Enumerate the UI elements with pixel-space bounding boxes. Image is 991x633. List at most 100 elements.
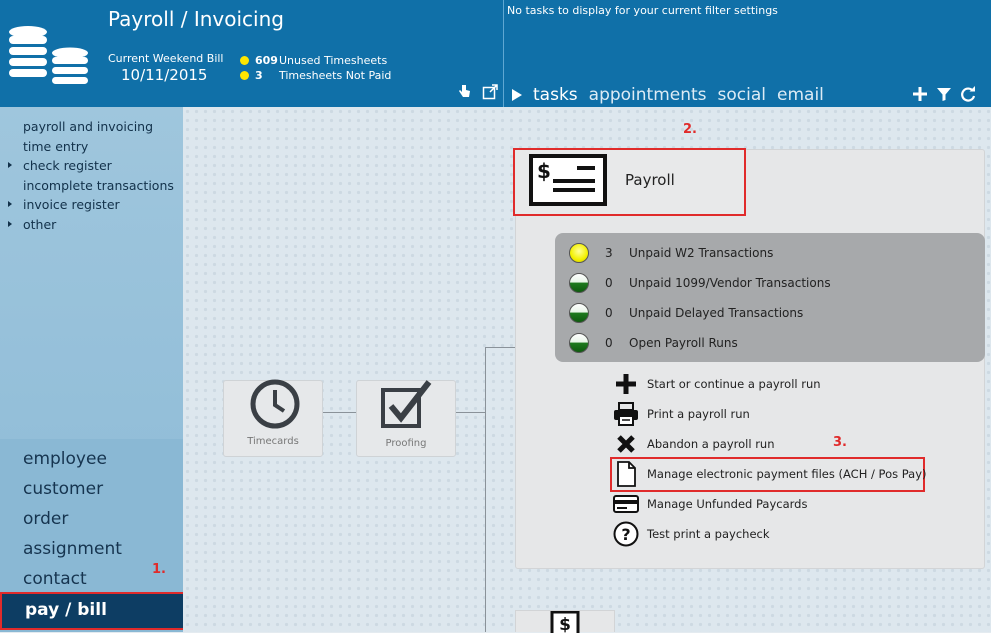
timesheets-not-paid-stat[interactable]: 3 Timesheets Not Paid — [240, 69, 391, 82]
sidebar-item-label: invoice register — [23, 197, 120, 212]
test-print-paycheck-link[interactable]: ? Test print a paycheck — [613, 521, 770, 547]
status-label: Unpaid 1099/Vendor Transactions — [629, 276, 831, 290]
add-icon[interactable] — [912, 86, 928, 102]
dollar-document-icon: $ — [550, 611, 580, 633]
svg-text:?: ? — [621, 525, 630, 544]
checkbox-check-icon — [381, 380, 432, 428]
payroll-status-summary: 3 Unpaid W2 Transactions 0 Unpaid 1099/V… — [555, 233, 985, 362]
flow-connector — [456, 412, 486, 413]
sidebar-item-time-entry[interactable]: time entry — [8, 139, 174, 159]
sidebar-item-payroll-and-invoicing[interactable]: payroll and invoicing — [8, 119, 174, 139]
svg-text:$: $ — [559, 615, 571, 633]
sidebar-links: payroll and invoicing time entry check r… — [8, 119, 174, 236]
printer-icon — [613, 401, 639, 427]
sidebar-item-label: incomplete transactions — [23, 177, 174, 193]
tab-email[interactable]: email — [777, 85, 824, 105]
stat-label: Timesheets Not Paid — [279, 69, 392, 82]
timecards-label: Timecards — [247, 436, 299, 447]
popout-icon[interactable] — [482, 84, 498, 100]
sidebar-item-check-register[interactable]: check register — [8, 158, 174, 178]
manage-unfunded-paycards-link[interactable]: Manage Unfunded Paycards — [613, 491, 807, 517]
timecards-step[interactable]: Timecards — [223, 379, 323, 457]
task-tabs: tasks appointments social email — [512, 85, 835, 105]
action-label: Abandon a payroll run — [647, 437, 775, 451]
header-tools — [456, 84, 498, 100]
header-module-area: Payroll / Invoicing Current Weekend Bill… — [0, 0, 503, 107]
flow-connector — [485, 347, 515, 348]
filter-icon[interactable] — [936, 86, 952, 102]
tab-tasks[interactable]: tasks — [533, 85, 578, 105]
status-row-unpaid-delayed[interactable]: 0 Unpaid Delayed Transactions — [569, 302, 803, 324]
plus-icon — [613, 371, 639, 397]
status-count: 0 — [605, 276, 613, 290]
sidebar-item-incomplete-transactions[interactable]: incomplete transactions — [8, 178, 174, 198]
expand-arrow-icon[interactable] — [8, 220, 12, 227]
play-icon[interactable] — [512, 89, 522, 101]
action-label: Start or continue a payroll run — [647, 377, 821, 391]
status-count: 3 — [605, 246, 613, 260]
green-indicator-icon — [569, 333, 589, 353]
flow-connector — [323, 412, 356, 413]
status-row-unpaid-1099[interactable]: 0 Unpaid 1099/Vendor Transactions — [569, 272, 831, 294]
print-payroll-run-link[interactable]: Print a payroll run — [613, 401, 750, 427]
flow-connector — [485, 347, 486, 632]
action-label: Test print a paycheck — [647, 527, 770, 541]
refresh-icon[interactable] — [960, 86, 976, 102]
payroll-header[interactable]: $ Payroll — [513, 148, 746, 216]
yellow-dot-icon — [240, 71, 249, 80]
stat-count: 609 — [255, 54, 278, 67]
yellow-dot-icon — [240, 56, 249, 65]
start-payroll-run-link[interactable]: Start or continue a payroll run — [613, 371, 821, 397]
sidebar-item-label: other — [23, 216, 57, 232]
header-divider — [503, 0, 504, 107]
status-row-unpaid-w2[interactable]: 3 Unpaid W2 Transactions — [569, 242, 773, 264]
module-pay-bill[interactable]: pay / bill — [0, 592, 199, 630]
expand-arrow-icon[interactable] — [8, 201, 12, 207]
module-employee[interactable]: employee — [23, 449, 107, 469]
current-bill-label: Current Weekend Bill — [108, 52, 224, 65]
sidebar-item-label: time entry — [23, 138, 89, 154]
proofing-label: Proofing — [385, 438, 427, 449]
sidebar-item-invoice-register[interactable]: invoice register — [8, 197, 174, 217]
stat-label: Unused Timesheets — [279, 54, 388, 67]
status-label: Open Payroll Runs — [629, 336, 738, 350]
abandon-payroll-run-link[interactable]: Abandon a payroll run — [613, 431, 775, 457]
sidebar-item-label: check register — [23, 158, 112, 173]
green-indicator-icon — [569, 273, 589, 293]
action-label: Manage electronic payment files (ACH / P… — [647, 467, 927, 481]
check-dollar-icon: $ — [529, 154, 607, 206]
module-assignment[interactable]: assignment — [23, 539, 122, 559]
annotation-number: 2. — [683, 122, 697, 137]
hand-pointer-icon[interactable] — [456, 84, 472, 100]
status-count: 0 — [605, 306, 613, 320]
status-count: 0 — [605, 336, 613, 350]
payroll-title: Payroll — [625, 171, 675, 189]
status-label: Unpaid Delayed Transactions — [629, 306, 804, 320]
expand-arrow-icon[interactable] — [8, 162, 12, 168]
sidebar: payroll and invoicing time entry check r… — [0, 107, 199, 632]
stat-count: 3 — [255, 69, 263, 82]
manage-payment-files-link[interactable]: Manage electronic payment files (ACH / P… — [613, 461, 927, 487]
x-icon — [613, 431, 639, 457]
sidebar-item-label: payroll and invoicing — [23, 119, 154, 134]
unused-timesheets-stat[interactable]: 609 Unused Timesheets — [240, 54, 387, 67]
status-row-open-runs[interactable]: 0 Open Payroll Runs — [569, 332, 738, 354]
status-label: Unpaid W2 Transactions — [629, 246, 774, 260]
annotation-number: 1. — [152, 562, 166, 577]
app-header: Payroll / Invoicing Current Weekend Bill… — [0, 0, 991, 107]
tab-social[interactable]: social — [718, 85, 766, 105]
clock-icon — [250, 379, 300, 429]
document-icon — [613, 461, 639, 487]
card-icon — [613, 491, 639, 517]
next-section-card[interactable]: $ — [515, 610, 615, 633]
coins-stack-icon — [9, 26, 88, 84]
yellow-indicator-icon — [569, 243, 589, 263]
tab-appointments[interactable]: appointments — [589, 85, 707, 105]
annotation-number: 3. — [833, 435, 847, 450]
module-order[interactable]: order — [23, 509, 68, 529]
proofing-step[interactable]: Proofing — [356, 380, 456, 457]
module-customer[interactable]: customer — [23, 479, 103, 499]
module-contact[interactable]: contact — [23, 569, 87, 589]
sidebar-item-other[interactable]: other — [8, 217, 174, 237]
action-label: Manage Unfunded Paycards — [647, 497, 808, 511]
